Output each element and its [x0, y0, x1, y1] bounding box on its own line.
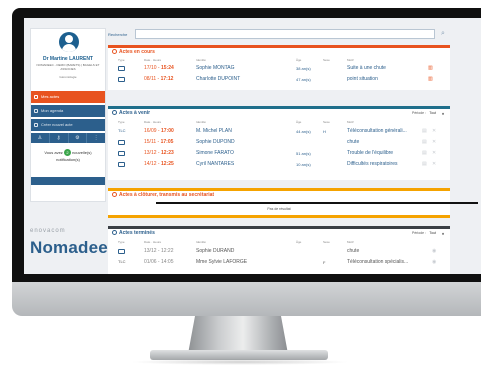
table-row[interactable]: 14/12 - 12:25 Cyril NANTARES 10 an(s) Di…: [108, 159, 450, 169]
doctor-organization: NOMADEEC - DEMO (BARETS) | BAGELS ET ASS…: [36, 63, 100, 71]
plus-icon: [34, 123, 38, 127]
panel-title-termines: Actes terminés: [112, 230, 155, 236]
more-icon[interactable]: ⋮: [87, 133, 105, 143]
chevron-down-icon[interactable]: ♦: [442, 111, 444, 116]
stethoscope-icon: [112, 230, 117, 235]
table-row[interactable]: 13/12 - 12:22 Sophie DURAND chute ◉: [108, 246, 450, 256]
annotation-line: [156, 202, 478, 204]
empty-result-text: Pas de résultat: [267, 207, 291, 211]
view-icon[interactable]: ◉: [432, 259, 436, 265]
monitor-shadow: [130, 359, 350, 365]
chevron-down-icon[interactable]: ♦: [442, 231, 444, 236]
col-header-type: Type: [118, 58, 125, 62]
panel-actes-termines: Actes terminés Période : Tout ♦ Type Dat…: [108, 226, 450, 274]
edit-icon[interactable]: ▤: [422, 139, 427, 145]
col-header-motif: Motif: [347, 58, 354, 62]
search-input[interactable]: [135, 29, 435, 39]
product-logo: Nomadeec: [30, 238, 118, 257]
search-label: Recherche: [108, 32, 128, 37]
profile-toolbar: ♙ ⚷ ⚙ ⋮: [31, 133, 105, 143]
notification-box[interactable]: Vous avez 2 nouvelle(s) notification(s): [31, 143, 105, 177]
col-header-sex: Sexe: [323, 58, 330, 62]
panel-title-a-venir: Actes à venir: [112, 110, 150, 116]
menu-item-mes-actes[interactable]: Mes actes: [31, 91, 105, 103]
delete-icon[interactable]: ▥: [428, 65, 433, 71]
left-sidebar: Dr Martine LAURENT NOMADEEC - DEMO (BARE…: [24, 18, 117, 274]
table-row[interactable]: TLC 01/06 - 14:05 Mme Sylvie LAFORGE F T…: [108, 257, 450, 267]
period-filter-select[interactable]: Tout: [429, 231, 436, 235]
period-filter-label: Période :: [411, 231, 426, 235]
chat-icon: [118, 162, 125, 167]
panel-title-en-cours: Actes en cours: [112, 49, 155, 55]
profile-card: Dr Martine LAURENT NOMADEEC - DEMO (BARE…: [30, 28, 106, 202]
key-icon[interactable]: ⚷: [50, 133, 69, 143]
table-row[interactable]: 17/10 - 15:24 Sophie MONTAG 38 an(s) Sui…: [108, 63, 450, 73]
settings-icon[interactable]: ⚙: [69, 133, 88, 143]
panel-actes-en-cours: Actes en cours Type Date · Heure Identit…: [108, 45, 450, 90]
close-icon[interactable]: ✕: [432, 128, 436, 134]
stethoscope-icon: [112, 49, 117, 54]
close-icon[interactable]: ✕: [432, 161, 436, 167]
delete-icon[interactable]: ▥: [428, 76, 433, 82]
stethoscope-icon: [34, 95, 38, 99]
view-icon[interactable]: ◉: [432, 248, 436, 254]
chat-icon: [118, 140, 125, 145]
table-row[interactable]: 13/12 - 12:23 Simone FARATO 51 an(s) Tro…: [108, 148, 450, 158]
edit-icon[interactable]: ▤: [422, 150, 427, 156]
period-filter-label: Période :: [411, 111, 426, 115]
col-header-identity: Identité: [196, 58, 206, 62]
chat-icon: [118, 77, 125, 82]
monitor-stand-neck: [188, 316, 288, 354]
chat-icon: [118, 66, 125, 71]
doctor-name: Dr Martine LAURENT: [42, 56, 93, 62]
search-icon[interactable]: ⌕: [438, 29, 448, 39]
chat-icon: [118, 249, 125, 254]
stethoscope-icon: [112, 110, 117, 115]
main-content: Recherche ⌕ Actes en cours Type Date · H…: [108, 18, 481, 274]
edit-icon[interactable]: ▤: [422, 128, 427, 134]
doctor-avatar-icon: [65, 35, 73, 43]
menu-item-mon-agenda[interactable]: Mon agenda: [31, 105, 105, 117]
notification-footer: [31, 177, 105, 185]
stethoscope-icon: [112, 192, 117, 197]
calendar-icon: [34, 109, 38, 113]
period-filter-select[interactable]: Tout: [429, 111, 436, 115]
table-row[interactable]: 15/11 - 17:05 Sophie DUPOND chute ▤ ✕: [108, 137, 450, 147]
doctor-specialty: Gérontologie: [59, 75, 77, 79]
user-icon[interactable]: ♙: [31, 133, 50, 143]
table-row[interactable]: 08/11 - 17:12 Charlotte DUPOINT 47 an(s)…: [108, 74, 450, 84]
app-screen: Dr Martine LAURENT NOMADEEC - DEMO (BARE…: [24, 18, 481, 274]
edit-icon[interactable]: ▤: [422, 161, 427, 167]
avatar[interactable]: [59, 32, 79, 52]
company-logo: enovacom: [30, 228, 66, 234]
chat-icon: [118, 151, 125, 156]
panel-actes-a-venir: Actes à venir Période : Tout ♦ Type Date…: [108, 106, 450, 180]
col-header-date: Date · Heure: [144, 58, 162, 62]
close-icon[interactable]: ✕: [432, 150, 436, 156]
panel-title-a-cloturer: Actes à clôturer, transmis au secrétaria…: [112, 192, 214, 198]
close-icon[interactable]: ✕: [432, 139, 436, 145]
col-header-age: Âge: [296, 58, 302, 62]
table-row[interactable]: TLC 16/09 - 17:00 M. Michel PLAN 44 an(s…: [108, 126, 450, 136]
menu-item-creer-acte[interactable]: Créer nouvel acte: [31, 119, 105, 131]
notification-count-badge: 2: [63, 149, 71, 157]
monitor-chin: [12, 282, 481, 316]
